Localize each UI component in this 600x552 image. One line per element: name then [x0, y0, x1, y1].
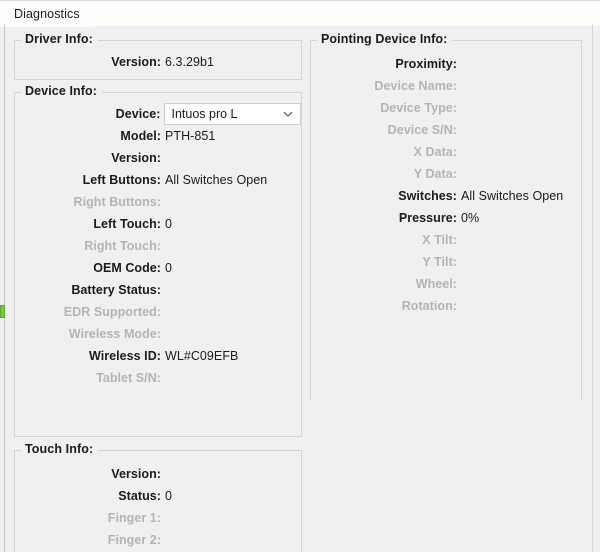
touch-info-legend: Touch Info: [21, 442, 99, 456]
info-row-label: Status: [118, 489, 161, 503]
info-row-label: Proximity: [395, 57, 457, 71]
info-row: Tablet S/N: [15, 367, 301, 389]
info-row: Battery Status: [15, 279, 301, 301]
info-row: Device Type: [311, 97, 581, 119]
info-row-label: Version: [111, 467, 161, 481]
pointing-device-info-group: Pointing Device Info: Proximity: Device N… [310, 32, 582, 400]
info-row-label: Device Type: [380, 101, 457, 115]
info-row-value: All Switches Open [461, 189, 564, 203]
info-row: Proximity: [311, 53, 581, 75]
info-row: Device S/N: [311, 119, 581, 141]
tab-diagnostics[interactable]: Diagnostics [0, 1, 92, 27]
info-row: Rotation: [311, 295, 581, 317]
info-row-label: Version: [111, 55, 161, 69]
info-row-label: EDR Supported: [63, 305, 161, 319]
pointing-device-info-legend: Pointing Device Info: [317, 32, 453, 46]
touch-info-rows: Version: Status: 0 Finger 1: Finger 2: [15, 463, 301, 551]
tab-strip: Diagnostics [0, 0, 600, 27]
info-row-label: Left Buttons: [82, 173, 161, 187]
device-info-group: Device Info: Device: Intuos pro L Model:… [14, 84, 302, 437]
info-row-label: Finger 1: [107, 511, 161, 525]
info-row: Version: 6.3.29b1 [15, 51, 301, 73]
info-row-value: All Switches Open [165, 173, 268, 187]
info-row-label: Wheel: [415, 277, 457, 291]
device-info-rows: Model: PTH-851 Version: Left Buttons: All Sw… [15, 125, 301, 389]
info-row: Wireless Mode: [15, 323, 301, 345]
info-row-label: Left Touch: [93, 217, 161, 231]
info-row: Left Buttons: All Switches Open [15, 169, 301, 191]
info-row-label: Pressure: [398, 211, 457, 225]
info-row: EDR Supported: [15, 301, 301, 323]
pointing-device-info-rows: Proximity: Device Name: Device Type: Device… [311, 53, 581, 317]
edge-status-marker [0, 305, 5, 318]
info-row-value: 0 [165, 217, 173, 231]
info-row-label: Y Data: [413, 167, 457, 181]
driver-info-rows: Version: 6.3.29b1 [15, 51, 301, 73]
info-row-label: Rotation: [401, 299, 457, 313]
info-row-label: X Tilt: [422, 233, 457, 247]
driver-info-legend: Driver Info: [21, 32, 98, 46]
info-row-label: Device S/N: [387, 123, 457, 137]
info-row-label: Device Name: [374, 79, 457, 93]
device-select-value: Intuos pro L [171, 107, 238, 121]
info-row: Y Data: [311, 163, 581, 185]
info-row-label: Switches: [398, 189, 457, 203]
info-row: Finger 2: [15, 529, 301, 551]
info-row: Status: 0 [15, 485, 301, 507]
info-row: Wheel: [311, 273, 581, 295]
info-row: Device Name: [311, 75, 581, 97]
info-row: Version: [15, 463, 301, 485]
info-row: X Tilt: [311, 229, 581, 251]
panel-left-divider [4, 24, 5, 552]
info-row-value: 6.3.29b1 [165, 55, 215, 69]
panel-right-divider [592, 24, 593, 552]
info-row-value: 0% [461, 211, 480, 225]
info-row: Model: PTH-851 [15, 125, 301, 147]
info-row: Right Buttons: [15, 191, 301, 213]
diagnostics-window: Diagnostics Driver Info: Version: 6.3.29b… [0, 0, 600, 552]
driver-info-group: Driver Info: Version: 6.3.29b1 [14, 32, 302, 80]
info-row-label: Right Buttons: [73, 195, 161, 209]
info-row-label: Model: [120, 129, 161, 143]
info-row: Wireless ID: WL#C09EFB [15, 345, 301, 367]
info-row: Switches: All Switches Open [311, 185, 581, 207]
info-row-label: Wireless Mode: [68, 327, 161, 341]
touch-info-group: Touch Info: Version: Status: 0 Finger 1: Fin… [14, 442, 302, 552]
info-row-value: WL#C09EFB [165, 349, 239, 363]
info-row: Pressure: 0% [311, 207, 581, 229]
info-row-label: Tablet S/N: [96, 371, 161, 385]
info-row: OEM Code: 0 [15, 257, 301, 279]
info-row: Finger 1: [15, 507, 301, 529]
info-row-label: Version: [111, 151, 161, 165]
info-row-label: Battery Status: [71, 283, 161, 297]
info-row-label: Finger 2: [107, 533, 161, 547]
chevron-down-icon [283, 109, 293, 119]
info-row-label: Right Touch: [84, 239, 161, 253]
info-row-label: X Data: [413, 145, 457, 159]
info-row: Version: [15, 147, 301, 169]
info-row-label: OEM Code: [93, 261, 161, 275]
info-row-label: Wireless ID: [88, 349, 161, 363]
info-row-value: 0 [165, 489, 173, 503]
info-row: X Data: [311, 141, 581, 163]
info-row-value: 0 [165, 261, 173, 275]
info-row: Right Touch: [15, 235, 301, 257]
info-row: Y Tilt: [311, 251, 581, 273]
info-row: Left Touch: 0 [15, 213, 301, 235]
device-info-legend: Device Info: [21, 84, 103, 98]
info-row-label: Y Tilt: [422, 255, 457, 269]
device-selector-label: Device: [115, 107, 161, 121]
device-select[interactable]: Intuos pro L [164, 103, 301, 125]
info-row-value: PTH-851 [165, 129, 216, 143]
device-selector-row: Device: Intuos pro L [15, 101, 301, 127]
